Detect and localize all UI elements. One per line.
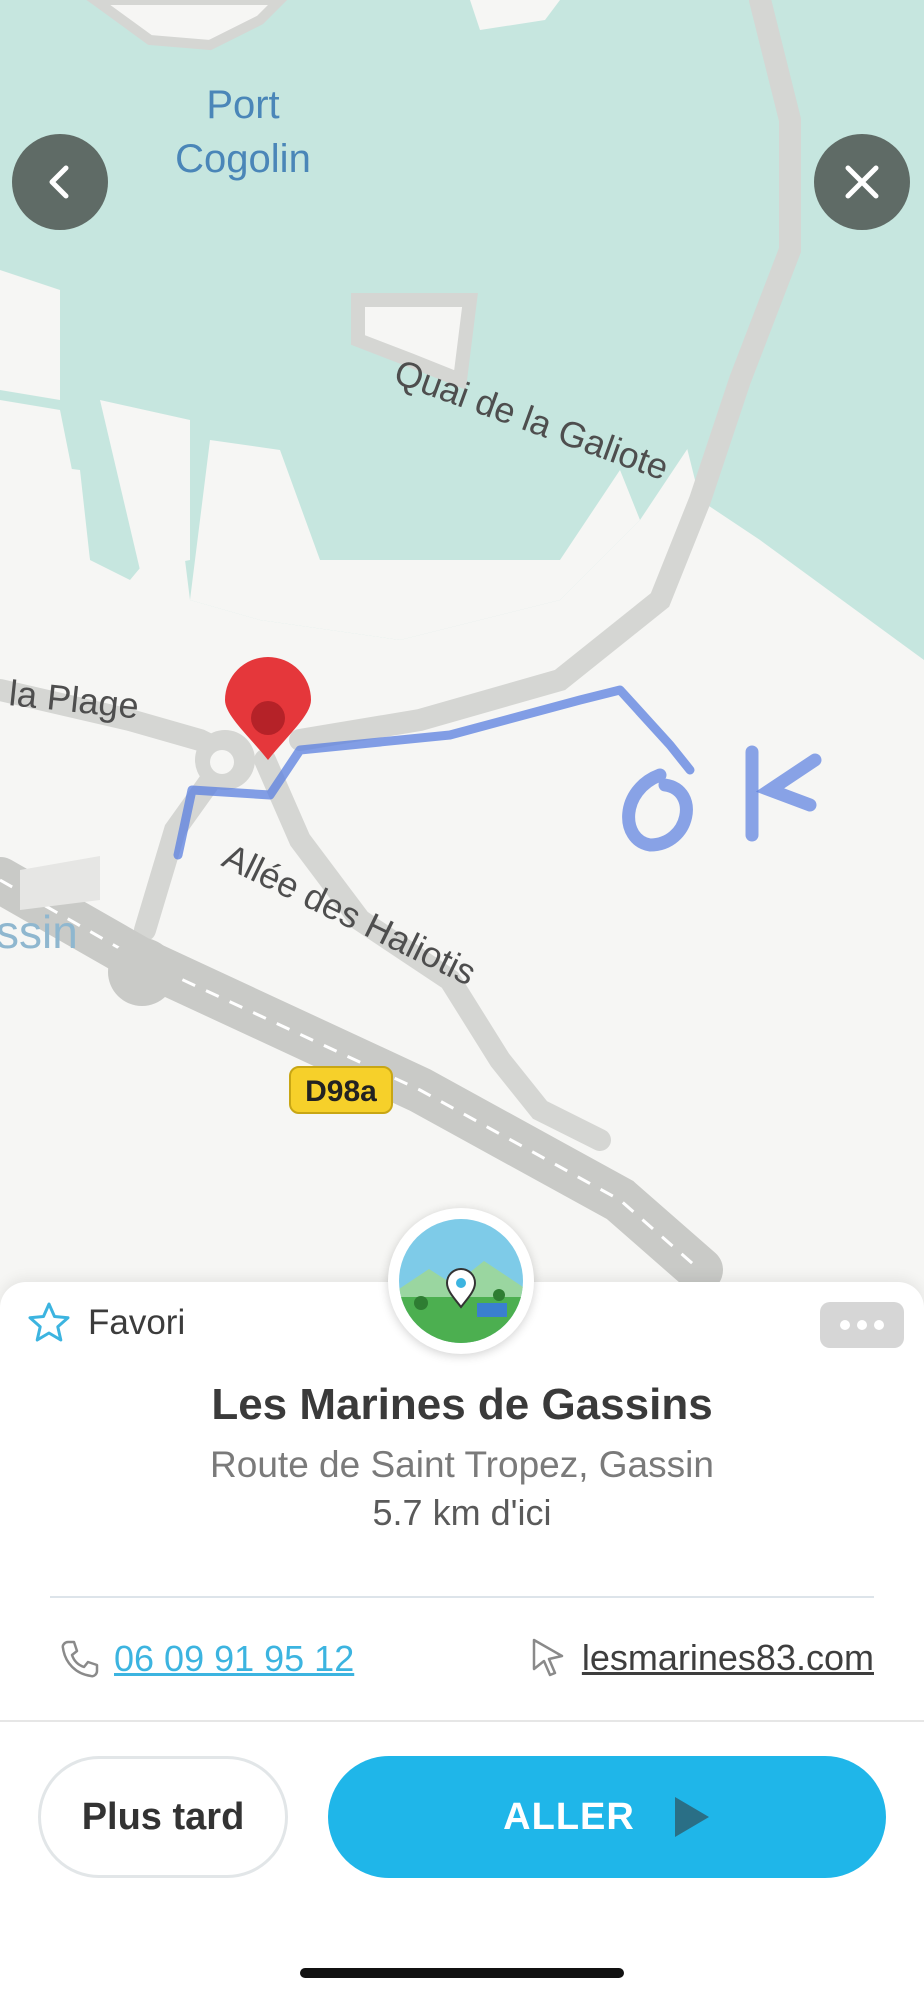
phone-number-link[interactable]: 06 09 91 95 12 — [114, 1638, 354, 1680]
phone-icon — [61, 1640, 99, 1678]
map-view[interactable]: Port Cogolin Quai de la Galiote la Plage… — [0, 0, 924, 1300]
go-button-label: ALLER — [503, 1795, 635, 1838]
place-distance: 5.7 km d'ici — [372, 1492, 552, 1533]
map-label-gassin: ssin — [0, 906, 78, 958]
website-link-row[interactable]: lesmarines83.com — [528, 1636, 874, 1680]
place-address: Route de Saint Tropez, Gassin — [210, 1444, 714, 1485]
cursor-arrow-icon — [532, 1638, 564, 1677]
later-button[interactable]: Plus tard — [38, 1756, 288, 1878]
map-label-cogolin: Cogolin — [175, 137, 311, 181]
chevron-left-icon — [49, 165, 69, 199]
favorite-label: Favori — [88, 1303, 186, 1342]
road-badge: D98a — [289, 1066, 393, 1114]
phone-link-row[interactable]: 06 09 91 95 12 — [56, 1636, 354, 1682]
place-thumbnail — [388, 1208, 534, 1354]
website-link[interactable]: lesmarines83.com — [582, 1637, 874, 1679]
home-indicator — [300, 1968, 624, 1978]
play-arrow-icon — [674, 1797, 709, 1837]
back-button[interactable] — [12, 134, 108, 230]
divider — [50, 1596, 874, 1598]
place-illustration-icon — [399, 1219, 523, 1343]
star-outline-icon — [28, 1302, 70, 1342]
divider — [0, 1720, 924, 1722]
go-button[interactable]: ALLER — [328, 1756, 886, 1878]
more-dots-icon — [840, 1320, 850, 1330]
more-options-button[interactable] — [820, 1302, 904, 1348]
close-button[interactable] — [814, 134, 910, 230]
close-icon — [845, 165, 879, 199]
favorite-toggle[interactable]: Favori — [26, 1300, 185, 1346]
place-title: Les Marines de Gassins — [211, 1380, 713, 1429]
svg-text:D98a: D98a — [305, 1075, 377, 1108]
map-label-port: Port — [206, 83, 279, 127]
